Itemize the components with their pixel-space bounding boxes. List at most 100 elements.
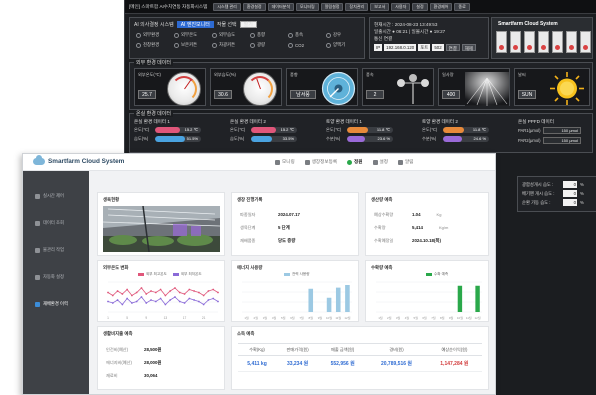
env-row: 온도(℃) 11.8 ℃ xyxy=(422,127,512,133)
harvest-bar-chart: 1월 2월 3월 4월 5월 6월 7월 8월 9월 10월 11월 12월 xyxy=(376,281,482,320)
option-radio[interactable]: 천창환경 xyxy=(136,42,174,48)
radio-icon xyxy=(250,42,255,48)
env-value: 23.6 % xyxy=(377,136,390,141)
ai-engine-select[interactable]: AI 엔진모니터 xyxy=(176,21,214,28)
setting-field[interactable]: 0 xyxy=(563,199,577,206)
sidebar-item-data-query[interactable]: 데이터 조회 xyxy=(35,220,64,226)
exit-button[interactable]: 종료 xyxy=(454,2,470,11)
nav-growth-register[interactable]: 생장정보등록 xyxy=(304,159,337,165)
data-point xyxy=(178,300,181,303)
nav-settings[interactable]: 설정 xyxy=(372,159,388,165)
toolbar-button[interactable]: 환경제어 xyxy=(429,2,453,11)
option-radio[interactable]: 외부습도 xyxy=(212,32,250,38)
tick-label: 1월 xyxy=(244,315,249,320)
sidebar-item-realtime-control[interactable]: 실시간 제어 xyxy=(35,193,64,199)
nav-garden[interactable]: 정원 xyxy=(347,159,363,165)
crop-select-label: 작물 선택 xyxy=(216,22,237,28)
device-switch-icon[interactable] xyxy=(496,31,507,53)
data-point xyxy=(131,294,133,297)
monitor-option-group: 외부환경 외부온도 외부습도 풍향 풍속 강우 천창환경 보온커튼 차광커튼 광… xyxy=(136,32,364,48)
ip-address-field[interactable]: 192.168.0.120 xyxy=(384,44,417,51)
nav-monitoring[interactable]: 모니링 xyxy=(275,159,295,165)
bar xyxy=(335,287,341,312)
radio-icon xyxy=(174,32,179,38)
setting-field[interactable]: 0 xyxy=(563,181,577,188)
env-bar: 11.8 ℃ xyxy=(443,127,489,133)
device-switch-icon[interactable] xyxy=(510,31,521,53)
sensor-value: SUN xyxy=(518,90,536,99)
kv-value: 당도 증량 xyxy=(278,238,296,243)
setting-unit: % xyxy=(580,191,584,196)
option-radio[interactable]: 보온커튼 xyxy=(174,42,212,48)
series-line xyxy=(107,296,219,306)
option-radio[interactable]: 차광커튼 xyxy=(212,42,250,48)
toolbar-button[interactable]: 보고서 xyxy=(370,2,390,11)
energy-chart-card: 에너지 사용량 전력 사용량 1월 2월 3월 4월 5월 6월 7월 8월 9월 10월 11월 1… xyxy=(231,260,359,322)
device-switch-icon[interactable] xyxy=(538,31,549,53)
option-radio[interactable]: 강우 xyxy=(326,32,364,38)
option-radio[interactable]: 풍향 xyxy=(250,32,288,38)
device-switch-icon[interactable] xyxy=(566,31,577,53)
brand-logo[interactable]: Smartfarm Cloud System xyxy=(33,155,124,165)
hygrometer-gauge-icon xyxy=(243,72,277,106)
toolbar-button[interactable]: 설정 xyxy=(412,2,428,11)
toolbar-button[interactable]: 시스템 관리 xyxy=(213,2,241,11)
tick-label: 2월 xyxy=(387,315,392,320)
option-radio[interactable]: 외부환경 xyxy=(136,32,174,38)
par-value: 150 μmol xyxy=(543,137,581,144)
setting-unit: % xyxy=(580,182,584,187)
data-point xyxy=(121,303,124,306)
legend-item: 전력 사용량 xyxy=(284,272,310,277)
history-icon xyxy=(35,301,40,307)
env-row: 온도(℃) 11.8 ℃ xyxy=(326,127,416,133)
tick-label: 21 xyxy=(202,316,206,320)
option-radio[interactable]: 광량 xyxy=(250,42,288,48)
toolbar-button[interactable]: 모니터링 xyxy=(296,2,319,11)
sidebar-item-history[interactable]: 재배환경 이력 xyxy=(35,301,68,307)
device-switch-icon[interactable] xyxy=(524,31,535,53)
toolbar-button[interactable]: 사용자 xyxy=(391,2,411,11)
greenhouse-camera-image[interactable] xyxy=(103,206,220,252)
connect-button[interactable]: 연결 xyxy=(445,44,460,51)
nav-alerts[interactable]: 알림 xyxy=(397,159,413,165)
option-radio[interactable]: 양액기 xyxy=(326,42,364,48)
setting-field[interactable]: 0 xyxy=(563,190,577,197)
tick-label: 5 xyxy=(126,316,128,320)
option-radio[interactable]: 풍속 xyxy=(288,32,326,38)
kv-label: 예상수확량 xyxy=(374,212,394,217)
tick-label: 3월 xyxy=(263,315,268,320)
window-title: [메인] 스마트팜 AI수치연동 자동화시스템 xyxy=(129,3,208,9)
device-switch-icon[interactable] xyxy=(580,31,591,53)
port-field[interactable]: 502 xyxy=(432,44,444,51)
tick-label: 12월 xyxy=(475,315,481,320)
sidebar-item-water-work[interactable]: 물관리 작업 xyxy=(35,247,64,253)
toolbar-button[interactable]: 알림설정 xyxy=(320,2,344,11)
tick-label: 4월 xyxy=(272,315,277,320)
data-point xyxy=(188,297,191,300)
data-point xyxy=(154,300,157,303)
option-radio[interactable]: CO2 xyxy=(288,42,326,48)
env-label: 온도(℃) xyxy=(134,127,150,132)
tick-label: 7월 xyxy=(299,315,304,320)
data-point xyxy=(217,291,219,294)
wind-speed-sensor: 풍속 2 xyxy=(362,68,434,106)
radio-icon xyxy=(174,42,179,48)
toolbar-button[interactable]: 환경설정 xyxy=(242,2,266,11)
toolbar-button[interactable]: 데이터분석 xyxy=(267,2,294,11)
crop-select[interactable]: 딸기 xyxy=(239,21,257,28)
table-cell: 5,411 kg xyxy=(238,355,277,372)
tick-label: 1월 xyxy=(378,315,383,320)
sensor-label: 외부습도(%) xyxy=(214,72,236,77)
disconnect-button[interactable]: 해제 xyxy=(461,44,476,51)
kv-label: 생육단계 xyxy=(240,225,256,230)
toolbar-button[interactable]: 장치관리 xyxy=(345,2,369,11)
option-radio[interactable]: 외부온도 xyxy=(174,32,212,38)
sidebar-item-automation[interactable]: 자동화 설정 xyxy=(35,274,64,280)
radio-icon xyxy=(212,42,217,48)
data-point xyxy=(212,297,215,300)
device-switch-icon[interactable] xyxy=(552,31,563,53)
column-header: 판매가격(원) xyxy=(276,343,320,356)
sensor-label: 외부온도(℃) xyxy=(138,72,161,77)
env-label: 습도(%) xyxy=(230,136,245,141)
table-row: 5,411 kg 33,234 원 552,956 원 20,789,516 원… xyxy=(238,355,482,372)
